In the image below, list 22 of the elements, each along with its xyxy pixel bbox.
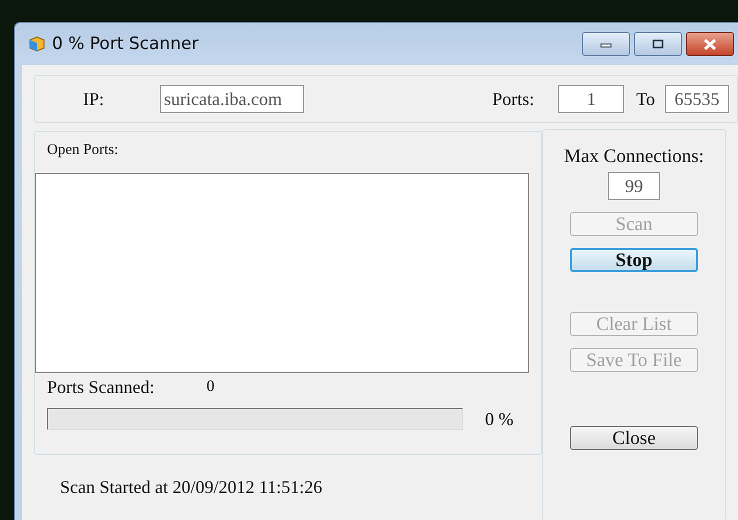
port-to-field[interactable]: 65535 xyxy=(665,85,729,113)
ports-scanned-label: Ports Scanned: xyxy=(47,377,154,398)
action-button[interactable]: Stop xyxy=(570,248,698,272)
max-connections-field[interactable]: 99 xyxy=(608,172,660,200)
minimize-button[interactable] xyxy=(582,32,630,56)
ip-label: IP: xyxy=(83,88,104,110)
window-title: 0 % Port Scanner xyxy=(52,34,198,54)
to-label: To xyxy=(636,88,655,110)
status-text: Scan Started at 20/09/2012 11:51:26 xyxy=(60,477,324,498)
ip-field[interactable]: suricata.iba.com xyxy=(160,85,304,113)
close-button[interactable] xyxy=(686,32,734,56)
max-connections-label: Max Connections: xyxy=(564,146,704,168)
progress-percent: 0 % xyxy=(485,408,514,430)
open-ports-label: Open Ports: xyxy=(47,142,120,159)
cube-icon xyxy=(28,35,46,53)
port-from-field[interactable]: 1 xyxy=(558,85,624,113)
action-button[interactable]: Close xyxy=(570,426,698,450)
ports-scanned-count: 0 xyxy=(206,378,214,397)
close-icon xyxy=(703,38,717,50)
maximize-icon xyxy=(652,39,664,49)
maximize-button[interactable] xyxy=(634,32,682,56)
ports-label: Ports: xyxy=(492,88,534,110)
